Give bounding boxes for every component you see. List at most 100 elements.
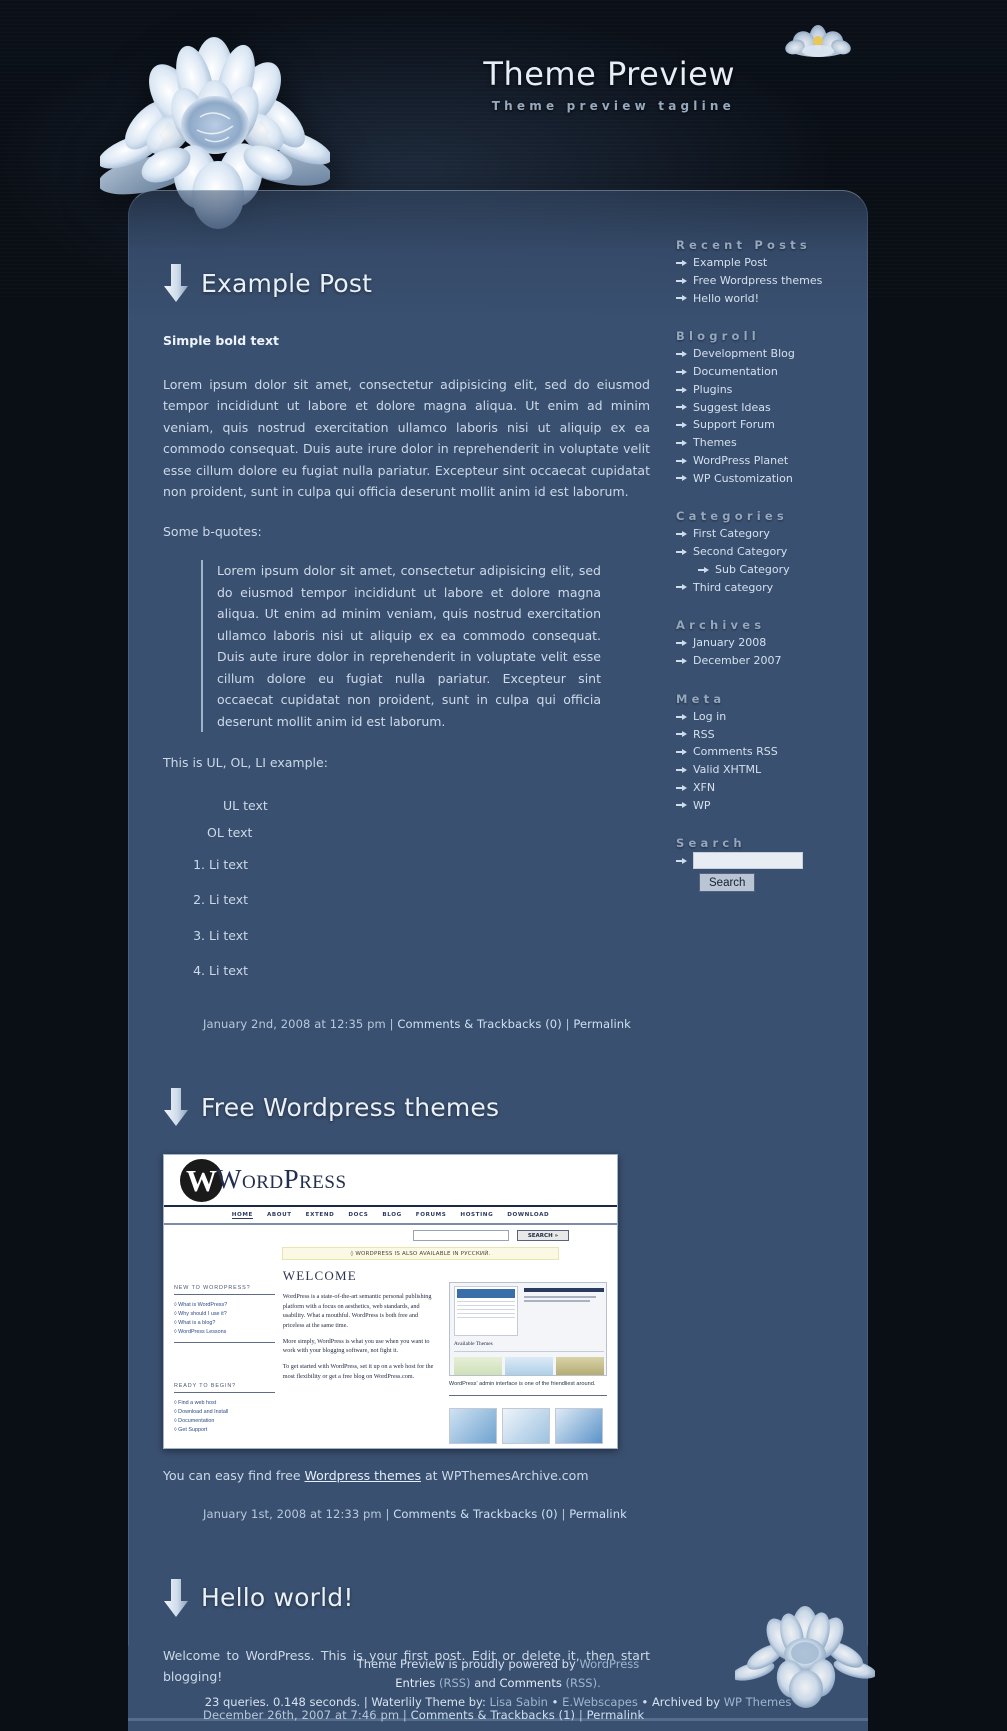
sidebar-item-suggest-ideas[interactable]: Suggest Ideas: [676, 399, 856, 417]
sidebar-section-meta: Meta Log in RSS Comments RSS Valid XHTML…: [676, 692, 856, 815]
wp-shot-thumb: [554, 1407, 603, 1444]
wordpress-themes-link[interactable]: Wordpress themes: [305, 1468, 422, 1483]
footer-bullet: •: [641, 1694, 649, 1709]
wp-nav-item: HOME: [231, 1211, 253, 1219]
search-input[interactable]: [693, 852, 803, 870]
bullet-arrow-icon: [676, 422, 687, 429]
bullet-arrow-icon: [676, 531, 687, 538]
sidebar-item-sub-category[interactable]: Sub Category: [676, 561, 856, 579]
sidebar-item-label: Hello world!: [693, 291, 760, 305]
post-date: January 1st, 2008 at 12:33 pm: [203, 1506, 382, 1521]
sidebar-item-free-wordpress-themes[interactable]: Free Wordpress themes: [676, 272, 856, 290]
meta-separator: |: [565, 1016, 570, 1031]
sidebar-item-label: Themes: [693, 436, 737, 449]
footer-comments-rss-link[interactable]: (RSS).: [566, 1676, 601, 1690]
footer-wordpress-link[interactable]: WordPress: [579, 1657, 639, 1671]
bullet-arrow-icon: [676, 548, 687, 555]
sidebar-item-log-in[interactable]: Log in: [676, 708, 856, 726]
sidebar-item-label: Comments RSS: [693, 745, 778, 759]
sidebar-item-development-blog[interactable]: Development Blog: [676, 345, 856, 363]
sidebar-item-label: Documentation: [693, 365, 778, 378]
sidebar-item-xfn[interactable]: XFN: [676, 779, 856, 797]
sidebar-item-themes[interactable]: Themes: [676, 434, 856, 452]
wp-shot-admin-caption: WordPress' admin interface is one of the…: [448, 1381, 596, 1388]
sidebar-heading: Blogroll: [676, 329, 760, 344]
post-meta: January 2nd, 2008 at 12:35 pm | Comments…: [203, 1015, 650, 1035]
sidebar-section-search: Search Search: [676, 836, 856, 893]
post-permalink[interactable]: Permalink: [573, 1017, 631, 1031]
bullet-arrow-icon: [676, 713, 687, 720]
footer-powered-text: Theme Preview is proudly powered by: [356, 1657, 580, 1671]
sidebar-item-january-2008[interactable]: January 2008: [676, 634, 856, 652]
sidebar-item-third-category[interactable]: Third category: [676, 579, 856, 597]
sidebar-item-second-category[interactable]: Second Category: [676, 543, 856, 561]
sidebar-item-wp-customization[interactable]: WP Customization: [676, 470, 856, 488]
wp-nav-item: HOSTING: [460, 1212, 494, 1219]
wp-shot-search-input: [413, 1230, 509, 1242]
bullet-arrow-icon: [676, 749, 687, 756]
sidebar-item-label: Third category: [693, 580, 774, 594]
footer-theme-label: Waterlily Theme by:: [371, 1694, 486, 1709]
bullet-arrow-icon: [676, 439, 687, 446]
sidebar-item-label: Suggest Ideas: [693, 400, 771, 414]
wp-shot-link: ◊ Documentation: [174, 1417, 215, 1424]
sidebar-item-label: WP Customization: [693, 471, 793, 485]
post-title[interactable]: Free Wordpress themes: [201, 1093, 499, 1122]
footer-bullet: •: [551, 1694, 559, 1709]
bullet-arrow-icon: [676, 857, 687, 864]
sidebar-item-label: Second Category: [693, 545, 788, 558]
post-title[interactable]: Example Post: [201, 269, 372, 298]
sidebar-item-documentation[interactable]: Documentation: [676, 363, 856, 381]
footer-line-3: 23 queries. 0.148 seconds. | Waterlily T…: [128, 1693, 868, 1712]
post-comments-link[interactable]: Comments & Trackbacks (0): [393, 1507, 557, 1521]
sidebar-heading: Meta: [676, 691, 726, 706]
wp-nav-item: EXTEND: [305, 1212, 335, 1219]
post-header: Hello world!: [163, 1577, 650, 1619]
wp-shot-link: ◊ Get Support: [174, 1426, 208, 1433]
wp-shot-theme-thumbs: [448, 1407, 607, 1444]
search-row: [676, 852, 856, 870]
sidebar-item-label: Support Forum: [693, 418, 775, 432]
footer-theme-author-link[interactable]: Lisa Sabin: [490, 1695, 548, 1709]
sidebar-item-first-category[interactable]: First Category: [676, 525, 856, 543]
sidebar-item-label: Free Wordpress themes: [693, 273, 823, 287]
post-meta: January 1st, 2008 at 12:33 pm | Comments…: [203, 1505, 650, 1525]
post-paragraph: Lorem ipsum dolor sit amet, consectetur …: [163, 376, 650, 500]
post-title[interactable]: Hello world!: [201, 1583, 354, 1612]
sidebar-heading: Archives: [676, 618, 766, 633]
wp-shot-col-mid: WELCOME WordPress is a state-of-the-art …: [283, 1268, 441, 1443]
quote-intro: Some b-quotes:: [163, 523, 262, 539]
sidebar-item-label: Example Post: [693, 256, 768, 269]
wp-shot-link: ◊ Why should I use it?: [174, 1310, 227, 1317]
meta-separator: |: [385, 1506, 390, 1521]
footer-entries-rss-link[interactable]: (RSS): [439, 1676, 471, 1690]
caption-post: at WPThemesArchive.com: [421, 1468, 589, 1484]
sidebar-item-wordpress-planet[interactable]: WordPress Planet: [676, 452, 856, 470]
sidebar-item-comments-rss[interactable]: Comments RSS: [676, 743, 856, 761]
post-comments-link[interactable]: Comments & Trackbacks (0): [397, 1017, 561, 1031]
footer-entries-link[interactable]: Entries: [395, 1676, 435, 1690]
footer-comments-link[interactable]: Comments: [500, 1676, 562, 1690]
sidebar-item-december-2007[interactable]: December 2007: [676, 652, 856, 670]
footer-wp-themes-link[interactable]: WP Themes: [724, 1695, 792, 1709]
wp-shot-col-left: NEW TO WORDPRESS? ◊ What is WordPress? ◊…: [174, 1268, 275, 1443]
search-button[interactable]: Search: [699, 873, 756, 893]
bullet-arrow-icon: [676, 784, 687, 791]
sidebar-item-support-forum[interactable]: Support Forum: [676, 416, 856, 434]
bullet-arrow-icon: [676, 457, 687, 464]
sidebar-item-valid-xhtml[interactable]: Valid XHTML: [676, 761, 856, 779]
sidebar-item-hello-world[interactable]: Hello world!: [676, 290, 856, 308]
sidebar-item-wp[interactable]: WP: [676, 797, 856, 815]
wordpress-screenshot-image[interactable]: W WordPress HOME ABOUT EXTEND DOCS BLOG …: [163, 1154, 618, 1450]
footer-webscapes-link[interactable]: E.Webscapes: [562, 1695, 638, 1709]
sidebar-item-rss[interactable]: RSS: [676, 726, 856, 744]
sidebar-item-plugins[interactable]: Plugins: [676, 381, 856, 399]
sidebar-section-categories: Categories First Category Second Categor…: [676, 509, 856, 596]
post-permalink[interactable]: Permalink: [569, 1507, 627, 1521]
wp-shot-link: ◊ What is WordPress?: [174, 1301, 228, 1308]
footer-line-2: Entries (RSS) and Comments (RSS).: [128, 1674, 868, 1693]
wp-shot-link: ◊ Find a web host: [174, 1399, 217, 1406]
footer-archived-label: Archived by: [651, 1694, 721, 1709]
sidebar-item-example-post[interactable]: Example Post: [676, 254, 856, 272]
post-caption: You can easy find free Wordpress themes …: [163, 1465, 650, 1487]
